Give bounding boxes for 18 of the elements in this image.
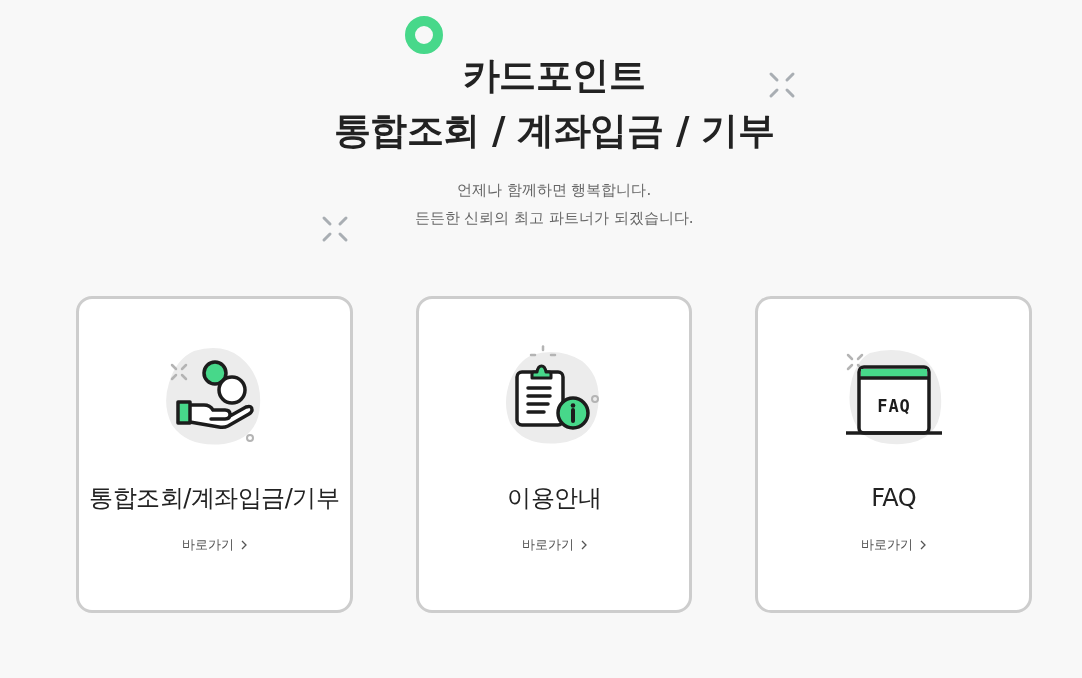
ring-icon <box>405 16 443 54</box>
page-subtitle: 언제나 함께하면 행복합니다. 든든한 신뢰의 최고 파트너가 되겠습니다. <box>414 180 694 229</box>
card-title: 이용안내 <box>507 483 601 514</box>
shortcut-link[interactable]: 바로가기 <box>181 535 247 555</box>
card-title: FAQ <box>871 483 917 514</box>
faq-icon-text: FAQ <box>876 396 911 416</box>
chevron-right-icon <box>920 540 927 550</box>
sparkle-icon <box>321 215 349 243</box>
shortcut-link[interactable]: 바로가기 <box>861 535 927 555</box>
chevron-right-icon <box>580 540 587 550</box>
menu-card[interactable]: 통합조회/계좌입금/기부 바로가기 <box>76 296 353 613</box>
card-title: 통합조회/계좌입금/기부 <box>89 483 340 514</box>
chevron-right-icon <box>240 540 247 550</box>
menu-card[interactable]: FAQ FAQ 바로가기 <box>755 296 1032 613</box>
menu-card[interactable]: 이용안내 바로가기 <box>415 296 693 613</box>
page-title: 카드포인트 통합조회 / 계좌입금 / 기부 <box>333 53 775 154</box>
shortcut-link[interactable]: 바로가기 <box>521 535 587 555</box>
sparkle-icon <box>768 71 796 99</box>
